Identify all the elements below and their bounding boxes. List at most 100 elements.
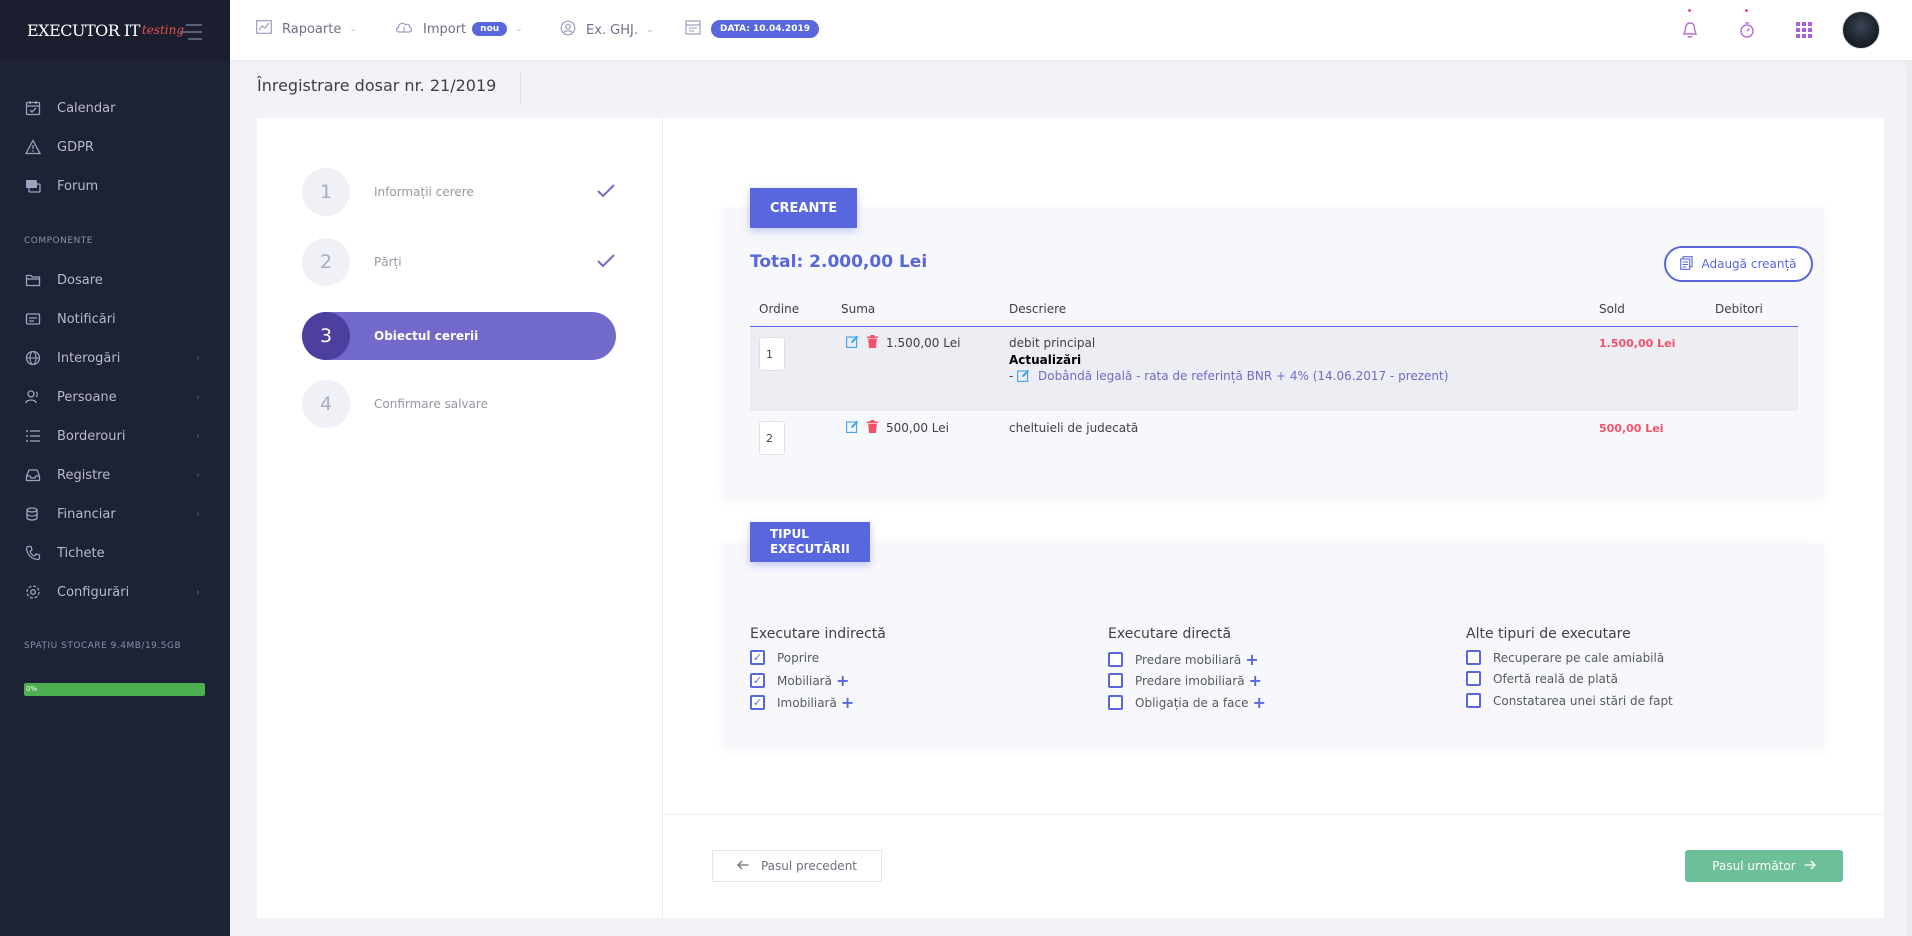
creante-tag: CREANTE <box>750 188 858 228</box>
sidebar-item-label: Configurări <box>57 584 130 600</box>
sidebar-item-persoane[interactable]: Persoane › <box>0 382 230 412</box>
tag-line-1: TIPUL <box>770 527 809 541</box>
checkbox-predare-mobiliara[interactable]: Predare mobiliară + <box>1108 650 1259 669</box>
checkbox-obligatia-de-a-face[interactable]: Obligația de a face + <box>1108 693 1266 712</box>
sidebar-item-forum[interactable]: Forum <box>0 171 230 201</box>
sidebar-item-label: Forum <box>57 178 99 194</box>
gear-icon <box>24 583 42 601</box>
wizard-step-2[interactable]: 2 Părți <box>302 238 616 286</box>
plus-icon[interactable]: + <box>841 693 854 712</box>
coins-icon <box>24 505 42 523</box>
checkbox-empty-icon <box>1466 671 1481 686</box>
sidebar-item-label: Dosare <box>57 272 103 288</box>
update-item[interactable]: - Dobândă legală - rata de referință BNR… <box>1009 369 1448 385</box>
col-header-sold: Sold <box>1599 302 1625 316</box>
sidebar-item-borderouri[interactable]: Borderouri › <box>0 421 230 451</box>
checkbox-mobiliara[interactable]: ✓ Mobiliară + <box>750 671 849 690</box>
plus-icon[interactable]: + <box>1252 693 1265 712</box>
col-header-ordine: Ordine <box>759 302 800 316</box>
order-input[interactable]: 1 <box>759 337 785 371</box>
globe-icon <box>24 349 42 367</box>
calendar-icon <box>685 19 701 39</box>
sidebar-item-configurari[interactable]: Configurări › <box>0 577 230 607</box>
wizard-step-1[interactable]: 1 Informații cerere <box>302 168 616 216</box>
step-label: Părți <box>374 255 402 269</box>
wizard-step-4[interactable]: 4 Confirmare salvare <box>302 380 616 428</box>
claim-description: cheltuieli de judecată <box>1009 421 1139 435</box>
phone-icon <box>24 544 42 562</box>
delete-icon[interactable] <box>867 420 878 436</box>
storage-progress-bar <box>24 683 205 696</box>
notification-dot <box>1688 9 1691 12</box>
document-icon <box>1680 255 1694 273</box>
arrow-left-icon <box>737 859 749 873</box>
sidebar-item-label: Notificări <box>57 311 116 327</box>
sidebar: EXECUTOR IT testing Calendar GDPR Forum … <box>0 0 230 936</box>
col-title-indirecta: Executare indirectă <box>750 626 886 642</box>
timer-icon[interactable] <box>1734 9 1760 43</box>
menu-toggle-icon[interactable] <box>180 24 202 45</box>
brand-main: EXECUTOR IT <box>27 20 140 40</box>
page-scrollbar[interactable] <box>1906 60 1912 936</box>
sidebar-item-registre[interactable]: Registre › <box>0 460 230 490</box>
sidebar-item-label: Registre <box>57 467 111 483</box>
step-number: 1 <box>302 168 350 216</box>
checkbox-recuperare-amiabila[interactable]: Recuperare pe cale amiabilă <box>1466 650 1664 665</box>
wizard-step-3[interactable]: 3 Obiectul cererii <box>302 312 616 360</box>
plus-icon[interactable]: + <box>836 671 849 690</box>
timer-dot <box>1745 9 1748 12</box>
checkbox-poprire[interactable]: ✓ Poprire <box>750 650 819 665</box>
menu-ex-ghj[interactable]: Ex. GHJ. ⌄ <box>560 20 654 40</box>
apps-grid-icon[interactable] <box>1791 17 1817 43</box>
edit-icon[interactable] <box>846 335 859 351</box>
plus-icon[interactable]: + <box>1249 671 1262 690</box>
sidebar-item-gdpr[interactable]: GDPR <box>0 132 230 162</box>
sidebar-item-notificari[interactable]: Notificări <box>0 304 230 334</box>
storage-label: SPAȚIU STOCARE 9.4MB/19.5GB <box>24 641 182 651</box>
previous-step-button[interactable]: Pasul precedent <box>712 850 882 882</box>
footer-divider <box>664 814 1884 815</box>
sidebar-item-dosare[interactable]: Dosare <box>0 265 230 295</box>
sidebar-item-interogari[interactable]: Interogări › <box>0 343 230 373</box>
title-divider <box>520 72 521 104</box>
checkbox-imobiliara[interactable]: ✓ Imobiliară + <box>750 693 854 712</box>
sidebar-item-financiar[interactable]: Financiar › <box>0 499 230 529</box>
cloud-upload-icon <box>395 20 413 38</box>
menu-rapoarte[interactable]: Rapoarte ⌄ <box>256 20 357 38</box>
avatar[interactable] <box>1842 11 1880 49</box>
order-input[interactable]: 2 <box>759 421 785 455</box>
chevron-right-icon: › <box>196 508 200 520</box>
checkbox-predare-imobiliara[interactable]: Predare imobiliară + <box>1108 671 1262 690</box>
menu-date[interactable]: DATA: 10.04.2019 <box>685 19 819 39</box>
delete-icon[interactable] <box>867 335 878 351</box>
col-header-suma: Suma <box>841 302 876 316</box>
checkbox-label: Predare mobiliară <box>1135 652 1242 667</box>
menu-import[interactable]: Import nou ⌄ <box>395 20 523 38</box>
plus-icon[interactable]: + <box>1245 650 1258 669</box>
next-step-button[interactable]: Pasul următor <box>1685 850 1843 882</box>
menu-label: Rapoarte <box>282 21 342 37</box>
chevron-right-icon: › <box>196 391 200 403</box>
edit-icon[interactable] <box>1017 369 1030 385</box>
claim-sum: 1.500,00 Lei <box>886 336 961 350</box>
checkbox-oferta-reala[interactable]: Ofertă reală de plată <box>1466 671 1618 686</box>
sidebar-item-tichete[interactable]: Tichete <box>0 538 230 568</box>
step-label: Confirmare salvare <box>374 397 488 411</box>
tip-executare-panel <box>724 543 1824 748</box>
sidebar-item-calendar[interactable]: Calendar <box>0 93 230 123</box>
checkbox-label: Poprire <box>777 650 820 665</box>
user-circle-icon <box>560 20 576 40</box>
edit-icon[interactable] <box>846 420 859 436</box>
wizard-content: CREANTE Total: 2.000,00 Lei Adaugă crean… <box>664 118 1884 918</box>
notifications-bell-icon[interactable] <box>1677 9 1703 43</box>
folder-icon <box>24 271 42 289</box>
menu-label: Import <box>423 21 467 37</box>
section-label: COMPONENTE <box>24 236 93 246</box>
claim-sold: 500,00 Lei <box>1599 422 1664 435</box>
chevron-down-icon: ⌄ <box>349 24 357 34</box>
checkbox-constatarea-starii[interactable]: Constatarea unei stări de fapt <box>1466 693 1673 708</box>
warning-icon <box>24 138 42 156</box>
dash-marker: - <box>1009 369 1018 383</box>
add-claim-button[interactable]: Adaugă creanță <box>1664 246 1813 282</box>
chevron-down-icon: ⌄ <box>515 24 523 34</box>
